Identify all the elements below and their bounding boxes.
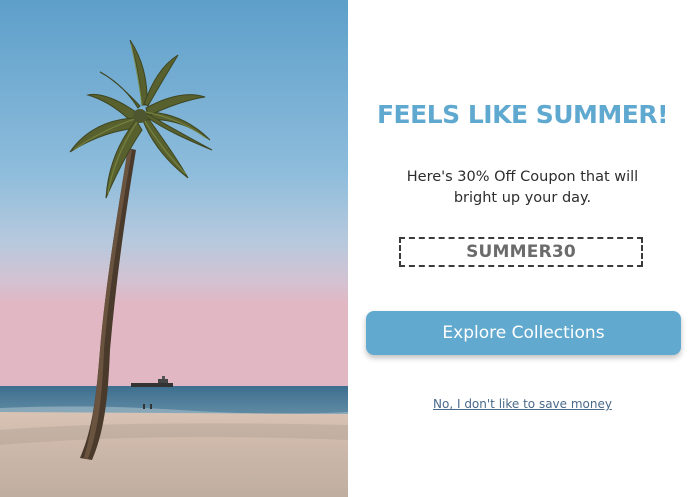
beach-palm-image: [0, 0, 348, 497]
offer-description-line1: Here's 30% Off Coupon that will: [406, 169, 639, 185]
headline: FEELS LIKE SUMMER!: [376, 100, 669, 129]
coupon-content-panel: FEELS LIKE SUMMER! Here's 30% Off Coupon…: [348, 0, 697, 497]
decline-link[interactable]: No, I don't like to save money: [348, 397, 697, 411]
coupon-code-box[interactable]: SUMMER30: [399, 237, 643, 267]
explore-collections-button[interactable]: Explore Collections: [366, 311, 681, 355]
offer-description: Here's 30% Off Coupon that will bright u…: [403, 167, 642, 209]
offer-description-line2: bright up your day.: [453, 190, 592, 206]
coupon-popup: FEELS LIKE SUMMER! Here's 30% Off Coupon…: [0, 0, 697, 497]
palm-tree-illustration: [0, 0, 348, 497]
